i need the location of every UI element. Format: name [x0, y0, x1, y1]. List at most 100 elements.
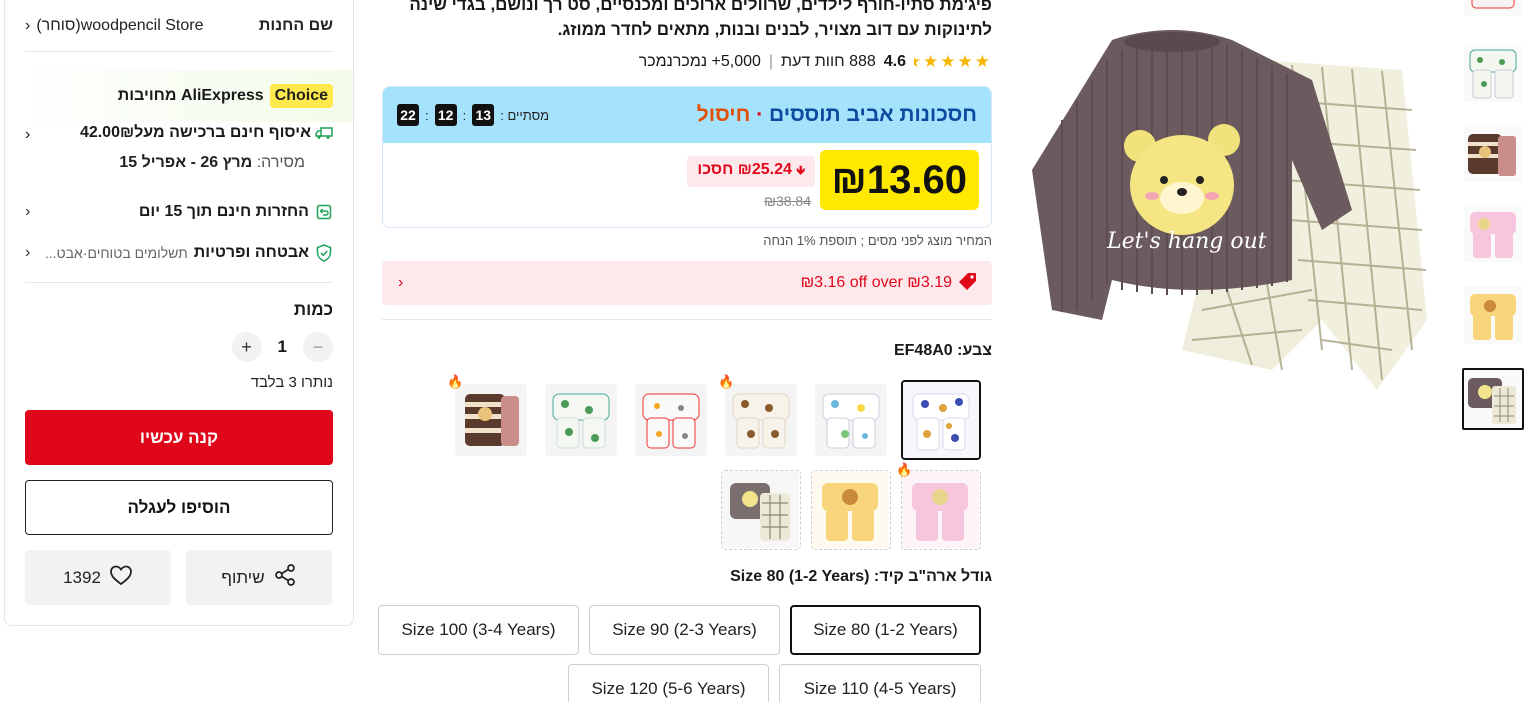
review-count[interactable]: 888 חוות דעת	[781, 53, 876, 71]
chevron-left-icon: ‹	[25, 16, 31, 34]
shield-check-icon	[315, 244, 333, 262]
choice-badge: Choice	[269, 84, 333, 108]
returns-text: החזרות חינם תוך 15 יום	[138, 203, 309, 220]
gallery-thumbnail[interactable]	[1464, 0, 1522, 36]
promo-title: חסכונות אביב תוססים · חיסול	[697, 103, 977, 127]
size-option[interactable]: Size 100 (3-4 Years)	[378, 605, 579, 655]
sold-count: 5,000+ נמכרנמכר	[638, 53, 761, 70]
promo-name: חסכונות אביב תוססים	[769, 103, 977, 126]
color-label: צבע: EF48A0	[893, 342, 992, 359]
separator: |	[768, 53, 774, 70]
color-swatch[interactable]	[815, 384, 887, 456]
gallery-thumbnail-selected[interactable]	[1462, 368, 1524, 430]
product-title-line1: פיג'מת סתיו-חורף לילדים, שרוולים ארוכים …	[409, 0, 992, 14]
size-option[interactable]: Size 110 (4-5 Years)	[779, 664, 981, 702]
chevron-left-icon: ‹	[25, 203, 31, 220]
coupon-text: ₪3.16 off over ₪3.19	[800, 274, 952, 291]
size-option-selected[interactable]: Size 80 (1-2 Years)	[790, 605, 981, 655]
size-option[interactable]: Size 120 (5-6 Years)	[568, 664, 769, 702]
store-label: שם החנות	[258, 16, 333, 34]
tag-icon	[958, 271, 978, 296]
original-price: ₪38.84	[764, 193, 811, 209]
color-swatch[interactable]	[455, 384, 527, 456]
share-button[interactable]: שיתוף	[186, 550, 332, 605]
quantity-value[interactable]: 1	[278, 337, 287, 357]
arrow-down-icon: 🡻	[796, 163, 805, 177]
buy-panel: שם החנות woodpencil Store(סוחר) ‹ Choice…	[4, 0, 354, 626]
color-swatch[interactable]	[545, 384, 617, 456]
share-icon	[273, 563, 297, 592]
wishlist-count: 1392	[63, 567, 101, 587]
hot-fire-icon: 🔥	[447, 374, 464, 389]
choice-text: AliExpress מחויבות	[117, 87, 264, 104]
quantity-label: כמות	[293, 300, 333, 319]
wishlist-button[interactable]: 1392	[25, 550, 171, 605]
stock-remaining: נותרו 3 בלבד	[250, 374, 333, 391]
star-half: ★	[914, 52, 923, 72]
chevron-left-icon: ‹	[25, 244, 31, 261]
rating-score: 4.6	[883, 53, 907, 70]
promo-tag: חיסול	[696, 103, 751, 126]
color-swatch[interactable]	[725, 384, 797, 456]
gallery-thumbnail[interactable]	[1464, 286, 1522, 344]
gallery-thumbnail[interactable]	[1464, 124, 1522, 182]
promo-header: חסכונות אביב תוססים · חיסול מסתיים : 13 …	[383, 87, 991, 143]
stars-full: ★★★★	[923, 52, 992, 71]
countdown-timer: מסתיים : 13 : 12 : 22	[397, 104, 549, 126]
hot-fire-icon: 🔥	[896, 462, 913, 477]
chevron-left-icon: ‹	[25, 126, 31, 143]
section-divider	[382, 319, 992, 320]
color-swatch[interactable]	[721, 470, 801, 550]
rating-row: ★★★★★ 4.6 888 חוות דעת | 5,000+ נמכרנמכר	[639, 52, 992, 72]
delivery-dates: מרץ 26 - אפריל 15	[119, 154, 253, 171]
star-rating[interactable]: ★★★★★	[914, 52, 992, 72]
heart-icon	[109, 564, 133, 591]
product-title-line2: לתינוקות עם דוב מצויר, לבנים ובנות, מתאי…	[557, 20, 992, 39]
delivery-prefix: מסירה:	[256, 154, 305, 171]
savings-text: ₪25.24 חסכו	[697, 161, 792, 178]
security-subtitle: תשלומים בטוחים·אבט...	[44, 245, 188, 261]
product-main-image[interactable]: Let's hang out	[1022, 20, 1442, 400]
shipping-row[interactable]: איסוף חינם ברכישה מעל42.00₪ ‹ מסירה: מרץ…	[25, 124, 333, 172]
buy-now-button[interactable]: קנה עכשיו	[25, 410, 333, 465]
gallery-thumbnail[interactable]	[1464, 204, 1522, 262]
price-area: ₪13.60 🡻 ₪25.24 חסכו ₪38.84	[383, 143, 991, 227]
quantity-stepper: − 1 +	[231, 332, 333, 362]
chevron-left-icon: ‹	[398, 274, 404, 291]
savings-badge: 🡻 ₪25.24 חסכו	[687, 156, 815, 187]
size-label: גודל ארה"ב קיד: Size 80 (1-2 Years)	[730, 568, 992, 585]
product-title: פיג'מת סתיו-חורף לילדים, שרוולים ארוכים …	[382, 0, 992, 42]
add-to-cart-button[interactable]: הוסיפו לעגלה	[25, 480, 333, 535]
color-swatch[interactable]	[635, 384, 707, 456]
return-box-icon	[315, 203, 333, 221]
store-row[interactable]: שם החנות woodpencil Store(סוחר) ‹	[25, 0, 333, 52]
promo-box: חסכונות אביב תוססים · חיסול מסתיים : 13 …	[382, 86, 992, 228]
timer-label: מסתיים :	[500, 107, 550, 123]
timer-seconds: 22	[397, 104, 419, 126]
store-link[interactable]: woodpencil Store(סוחר) ‹	[25, 17, 203, 35]
timer-minutes: 12	[434, 104, 457, 126]
timer-hours: 13	[472, 104, 495, 126]
promo-dot: ·	[756, 103, 764, 126]
color-swatch[interactable]	[901, 470, 981, 550]
choice-banner: Choice AliExpress מחויבות	[5, 70, 353, 122]
security-row[interactable]: אבטחה ופרטיות תשלומים בטוחים·אבט... ‹	[25, 244, 333, 262]
truck-icon	[315, 124, 333, 142]
gallery-thumbnail[interactable]	[1464, 44, 1522, 102]
increment-button[interactable]: +	[231, 332, 262, 362]
returns-row[interactable]: החזרות חינם תוך 15 יום ‹	[25, 203, 333, 221]
decrement-button[interactable]: −	[303, 332, 333, 362]
size-option[interactable]: Size 90 (2-3 Years)	[589, 605, 780, 655]
color-swatch[interactable]	[811, 470, 891, 550]
sale-price: ₪13.60	[819, 150, 979, 210]
shipping-title: איסוף חינם ברכישה מעל42.00₪	[79, 124, 311, 141]
share-label: שיתוף	[221, 567, 265, 587]
svg-text:Let's hang out: Let's hang out	[1106, 229, 1267, 254]
coupon-banner[interactable]: ₪3.16 off over ₪3.19 ‹	[382, 261, 992, 305]
store-name: woodpencil Store(סוחר)	[36, 16, 204, 34]
security-title: אבטחה ופרטיות	[193, 244, 309, 261]
hot-fire-icon: 🔥	[718, 374, 735, 389]
panel-divider	[25, 282, 333, 283]
color-swatch-selected[interactable]	[901, 380, 981, 460]
tax-note: המחיר מוצג לפני מסים ; תוספת 1% הנחה	[763, 233, 992, 248]
